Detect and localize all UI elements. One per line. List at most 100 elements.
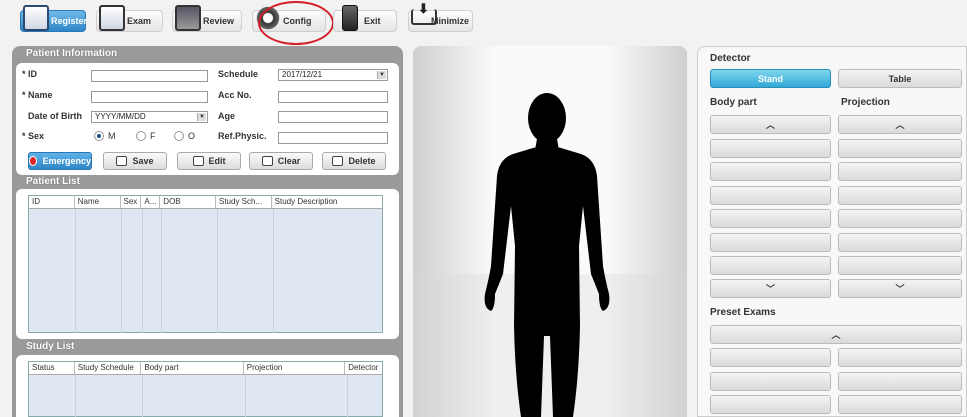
preset-exam-item[interactable] xyxy=(710,395,831,414)
exam-button[interactable]: Exam xyxy=(96,5,163,32)
projection-item[interactable] xyxy=(838,256,962,275)
chevron-up-icon: ︿ xyxy=(765,120,775,130)
delete-button[interactable]: Delete xyxy=(322,152,386,170)
col-body-part[interactable]: Body part xyxy=(141,362,244,374)
projection-scroll-down[interactable]: ﹀ xyxy=(838,279,962,298)
preset-scroll-up[interactable]: ︿ xyxy=(710,325,962,344)
col-sex[interactable]: Sex xyxy=(121,196,142,208)
patient-list-title: Patient List xyxy=(26,176,80,187)
body-part-item[interactable] xyxy=(710,162,831,181)
schedule-value: 2017/12/21 xyxy=(282,70,323,79)
study-list-body[interactable] xyxy=(29,375,382,417)
study-list-table[interactable]: Status Study Schedule Body part Projecti… xyxy=(28,361,383,417)
minimize-button[interactable]: Minimize xyxy=(408,1,473,32)
body-part-scroll-down[interactable]: ﹀ xyxy=(710,279,831,298)
body-part-item[interactable] xyxy=(710,256,831,275)
ref-label: Ref.Physic. xyxy=(218,131,267,141)
col-detector[interactable]: Detector xyxy=(345,362,382,374)
age-field[interactable] xyxy=(278,111,388,123)
patient-info-title: Patient Information xyxy=(26,48,118,59)
toolbar: Register Exam Review Config Exit Minimiz… xyxy=(0,0,967,45)
right-panel: Detector Stand Table Body part Projectio… xyxy=(697,46,967,417)
exit-icon xyxy=(342,5,358,31)
human-body-silhouette-icon[interactable] xyxy=(413,46,687,417)
register-button[interactable]: Register xyxy=(20,5,87,32)
patient-list-box: ID Name Sex A... DOB Study Sch... Study … xyxy=(16,189,399,339)
study-list-box: Status Study Schedule Body part Projecti… xyxy=(16,355,399,417)
col-study-schedule[interactable]: Study Sch... xyxy=(216,196,272,208)
projection-item[interactable] xyxy=(838,139,962,158)
ref-field[interactable] xyxy=(278,132,388,144)
exit-button[interactable]: Exit xyxy=(333,5,397,32)
col-dob[interactable]: DOB xyxy=(160,196,216,208)
body-image-panel[interactable] xyxy=(413,46,687,417)
acc-label: Acc No. xyxy=(218,90,252,100)
study-list-header: Status Study Schedule Body part Projecti… xyxy=(29,362,382,375)
study-list-title: Study List xyxy=(26,341,75,352)
col-id[interactable]: ID xyxy=(29,196,75,208)
radio-icon xyxy=(174,131,184,141)
body-part-item[interactable] xyxy=(710,139,831,158)
dob-label: Date of Birth xyxy=(28,111,82,121)
chevron-down-icon: ﹀ xyxy=(895,284,905,294)
emergency-icon xyxy=(29,156,38,166)
chevron-down-icon: ﹀ xyxy=(765,284,775,294)
save-icon xyxy=(116,156,128,166)
projection-item[interactable] xyxy=(838,233,962,252)
save-button[interactable]: Save xyxy=(103,152,167,170)
body-part-title: Body part xyxy=(710,97,757,108)
chevron-up-icon: ︿ xyxy=(831,330,841,340)
sex-o-label: O xyxy=(188,131,196,141)
dob-field[interactable]: YYYY/MM/DD ▼ xyxy=(91,111,208,123)
body-part-item[interactable] xyxy=(710,233,831,252)
preset-exam-item[interactable] xyxy=(710,372,831,391)
chevron-down-icon[interactable]: ▼ xyxy=(377,71,386,79)
body-part-scroll-up[interactable]: ︿ xyxy=(710,115,831,134)
highlight-circle xyxy=(258,1,334,45)
sex-m-label: M xyxy=(108,131,116,141)
left-panel: Patient Information * ID * Name Date of … xyxy=(12,46,403,417)
col-projection[interactable]: Projection xyxy=(244,362,346,374)
projection-item[interactable] xyxy=(838,209,962,228)
body-part-item[interactable] xyxy=(710,186,831,205)
preset-exam-item[interactable] xyxy=(838,372,962,391)
name-field[interactable] xyxy=(91,91,208,103)
table-button[interactable]: Table xyxy=(838,69,962,88)
stand-button[interactable]: Stand xyxy=(710,69,831,88)
patient-list-body[interactable] xyxy=(29,209,382,333)
preset-exams-title: Preset Exams xyxy=(710,307,776,318)
sex-radio-m[interactable]: M xyxy=(94,131,116,141)
edit-button[interactable]: Edit xyxy=(177,152,241,170)
sex-radio-o[interactable]: O xyxy=(174,131,195,141)
clear-icon xyxy=(261,156,273,166)
schedule-label: Schedule xyxy=(218,69,259,79)
projection-title: Projection xyxy=(841,97,890,108)
col-age[interactable]: A... xyxy=(141,196,161,208)
col-study-description[interactable]: Study Description xyxy=(272,196,382,208)
clear-button[interactable]: Clear xyxy=(249,152,313,170)
projection-item[interactable] xyxy=(838,162,962,181)
schedule-field[interactable]: 2017/12/21 ▼ xyxy=(278,69,388,81)
preset-exam-item[interactable] xyxy=(838,348,962,367)
col-study-schedule[interactable]: Study Schedule xyxy=(75,362,142,374)
projection-item[interactable] xyxy=(838,186,962,205)
chevron-down-icon[interactable]: ▼ xyxy=(197,113,206,121)
id-field[interactable] xyxy=(91,70,208,82)
preset-exam-item[interactable] xyxy=(838,395,962,414)
patient-list-table[interactable]: ID Name Sex A... DOB Study Sch... Study … xyxy=(28,195,383,333)
sex-radio-f[interactable]: F xyxy=(136,131,156,141)
projection-scroll-up[interactable]: ︿ xyxy=(838,115,962,134)
edit-icon xyxy=(192,156,204,166)
chevron-up-icon: ︿ xyxy=(895,120,905,130)
age-label: Age xyxy=(218,111,236,121)
detector-title: Detector xyxy=(710,53,751,64)
col-name[interactable]: Name xyxy=(75,196,121,208)
review-button[interactable]: Review xyxy=(172,5,242,32)
radio-icon xyxy=(136,131,146,141)
col-status[interactable]: Status xyxy=(29,362,75,374)
acc-field[interactable] xyxy=(278,91,388,103)
emergency-button[interactable]: Emergency xyxy=(28,152,92,170)
preset-exam-item[interactable] xyxy=(710,348,831,367)
body-part-item[interactable] xyxy=(710,209,831,228)
sex-label: * Sex xyxy=(22,131,45,141)
